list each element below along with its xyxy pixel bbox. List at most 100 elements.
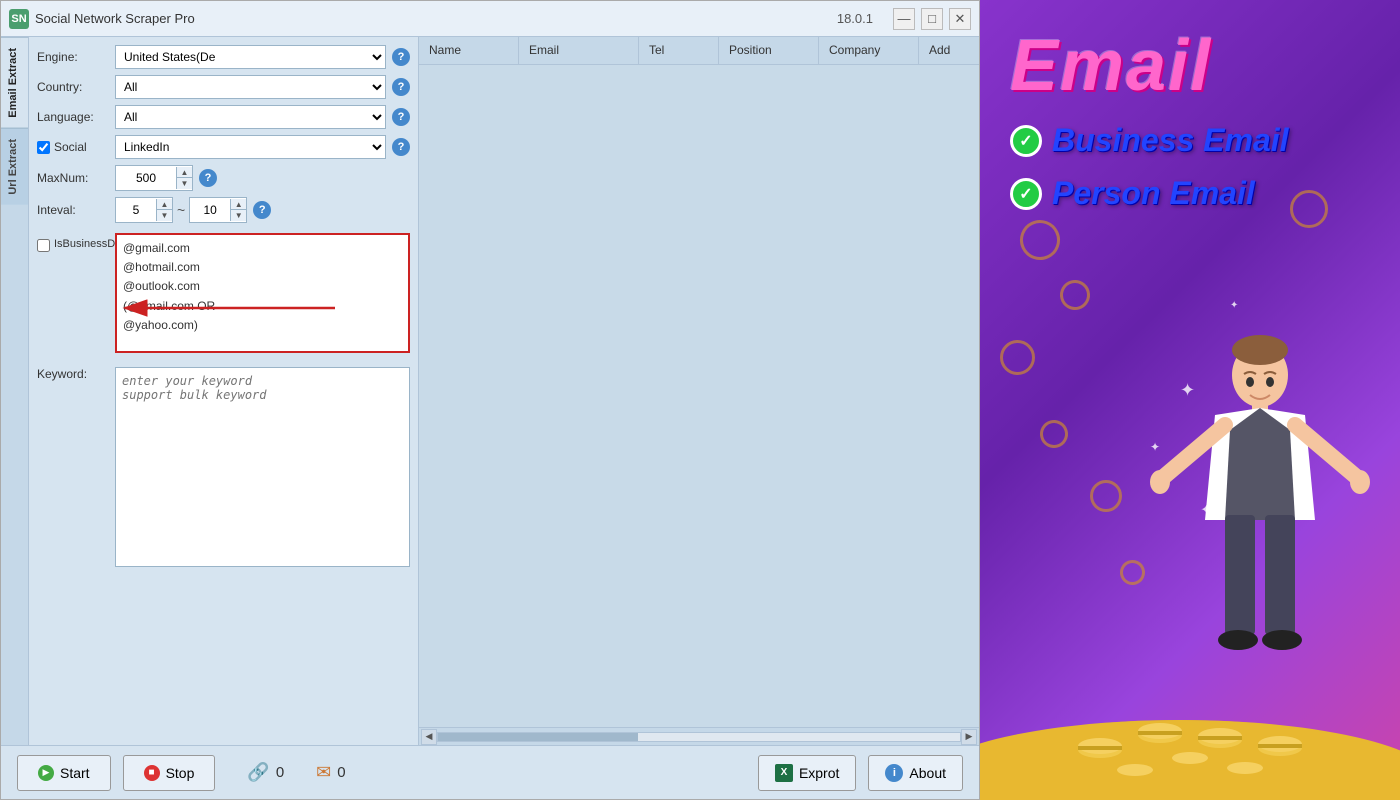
- email-count: 0: [337, 764, 345, 781]
- scroll-thumb: [438, 733, 638, 741]
- link-count: 0: [276, 764, 284, 781]
- is-business-checkbox[interactable]: [37, 239, 50, 252]
- interval-min-wrap: ▲ ▼: [115, 197, 173, 223]
- scroll-right-arrow[interactable]: ▶: [961, 729, 977, 745]
- start-label: Start: [60, 765, 90, 781]
- check-circle-1: ✓: [1010, 125, 1042, 157]
- promo-feature-person: ✓ Person Email: [1010, 175, 1255, 212]
- social-checkbox[interactable]: [37, 141, 50, 154]
- ring-3: [1000, 340, 1035, 375]
- social-help-button[interactable]: ?: [392, 138, 410, 156]
- app-icon: SN: [9, 9, 29, 29]
- language-label: Language:: [37, 110, 109, 124]
- interval-min-up[interactable]: ▲: [156, 199, 172, 210]
- about-button[interactable]: i About: [868, 755, 963, 791]
- interval-min-input[interactable]: [116, 198, 156, 222]
- col-header-position: Position: [719, 37, 819, 64]
- scroll-track[interactable]: [437, 732, 961, 742]
- interval-min-spinners: ▲ ▼: [156, 199, 172, 221]
- col-header-email: Email: [519, 37, 639, 64]
- interval-row: Inteval: ▲ ▼ ~ ▲ ▼: [37, 197, 410, 223]
- sparkle-3: ✦: [1230, 300, 1238, 311]
- maxnum-help-button[interactable]: ?: [199, 169, 217, 187]
- email-icon: ✉: [316, 762, 331, 783]
- interval-max-wrap: ▲ ▼: [189, 197, 247, 223]
- scrollbar[interactable]: ◀ ▶: [419, 727, 979, 745]
- ring-7: [1116, 556, 1148, 588]
- maxnum-label: MaxNum:: [37, 171, 109, 185]
- start-icon: ▶: [38, 765, 54, 781]
- left-panel: Engine: United States(De ? Country: All …: [29, 37, 419, 745]
- right-panel: Name Email Tel Position Company Add ◀ ▶: [419, 37, 979, 745]
- engine-help-button[interactable]: ?: [392, 48, 410, 66]
- stop-label: Stop: [166, 765, 195, 781]
- red-arrow-icon: [115, 293, 345, 323]
- ring-6: [1290, 190, 1328, 228]
- maxnum-spinners: ▲ ▼: [176, 167, 192, 189]
- interval-max-spinners: ▲ ▼: [230, 199, 246, 221]
- keyword-row: Keyword:: [37, 367, 410, 567]
- promo-panel: ✦ ✦ ✦ ✦ Email ✓ Business Email ✓ Person …: [980, 0, 1400, 800]
- scroll-left-arrow[interactable]: ◀: [421, 729, 437, 745]
- language-row: Language: All ?: [37, 105, 410, 129]
- email-count-item: ✉ 0: [316, 762, 345, 783]
- interval-max-up[interactable]: ▲: [230, 199, 246, 210]
- maxnum-down-button[interactable]: ▼: [176, 178, 192, 189]
- country-label: Country:: [37, 80, 109, 94]
- check-circle-2: ✓: [1010, 178, 1042, 210]
- domain-label-col: IsBusinessDomain: [37, 233, 109, 353]
- country-select[interactable]: All: [115, 75, 386, 99]
- stop-button[interactable]: ■ Stop: [123, 755, 216, 791]
- interval-max-down[interactable]: ▼: [230, 210, 246, 221]
- app-window: SN Social Network Scraper Pro 18.0.1 — □…: [0, 0, 980, 800]
- excel-icon: X: [775, 764, 793, 782]
- table-header: Name Email Tel Position Company Add: [419, 37, 979, 65]
- country-help-button[interactable]: ?: [392, 78, 410, 96]
- minimize-button[interactable]: —: [893, 8, 915, 30]
- interval-min-down[interactable]: ▼: [156, 210, 172, 221]
- interval-max-input[interactable]: [190, 198, 230, 222]
- checkmark-2: ✓: [1019, 184, 1032, 204]
- title-bar: SN Social Network Scraper Pro 18.0.1 — □…: [1, 1, 979, 37]
- maxnum-up-button[interactable]: ▲: [176, 167, 192, 178]
- checkmark-1: ✓: [1019, 131, 1032, 151]
- bottom-bar: ▶ Start ■ Stop 🔗 0 ✉ 0 X Exprot i About: [1, 745, 979, 799]
- exprot-button[interactable]: X Exprot: [758, 755, 856, 791]
- feature-person-label: Person Email: [1052, 175, 1255, 212]
- table-body: [419, 65, 979, 727]
- engine-select[interactable]: United States(De: [115, 45, 386, 69]
- tab-url-extract[interactable]: Url Extract: [1, 128, 28, 205]
- engine-label: Engine:: [37, 50, 109, 64]
- ring-5: [1090, 480, 1122, 512]
- interval-help-button[interactable]: ?: [253, 201, 271, 219]
- social-select[interactable]: LinkedIn: [115, 135, 386, 159]
- maximize-button[interactable]: □: [921, 8, 943, 30]
- language-select[interactable]: All: [115, 105, 386, 129]
- language-help-button[interactable]: ?: [392, 108, 410, 126]
- link-count-item: 🔗 0: [247, 762, 284, 783]
- feature-business-label: Business Email: [1052, 122, 1289, 159]
- promo-feature-business: ✓ Business Email: [1010, 122, 1289, 159]
- engine-row: Engine: United States(De ?: [37, 45, 410, 69]
- domain-section: IsBusinessDomain @gmail.com @hotmail.com…: [37, 233, 410, 353]
- maxnum-input[interactable]: [116, 166, 176, 190]
- about-label: About: [909, 765, 946, 781]
- maxnum-row: MaxNum: ▲ ▼ ?: [37, 165, 410, 191]
- social-row: Social LinkedIn ?: [37, 135, 410, 159]
- ring-4: [1035, 415, 1073, 453]
- start-button[interactable]: ▶ Start: [17, 755, 111, 791]
- exprot-label: Exprot: [799, 765, 839, 781]
- promo-title: Email: [1010, 30, 1212, 102]
- close-button[interactable]: ✕: [949, 8, 971, 30]
- social-label: Social: [54, 140, 87, 154]
- chain-icon: 🔗: [247, 762, 269, 783]
- app-title: Social Network Scraper Pro: [35, 11, 837, 26]
- keyword-textarea[interactable]: [115, 367, 410, 567]
- side-tabs: Email Extract Url Extract: [1, 37, 29, 745]
- interval-wrap: ▲ ▼ ~ ▲ ▼: [115, 197, 247, 223]
- tab-email-extract[interactable]: Email Extract: [1, 37, 28, 128]
- col-header-company: Company: [819, 37, 919, 64]
- keyword-label: Keyword:: [37, 367, 109, 381]
- window-controls: — □ ✕: [893, 8, 971, 30]
- app-version: 18.0.1: [837, 11, 873, 26]
